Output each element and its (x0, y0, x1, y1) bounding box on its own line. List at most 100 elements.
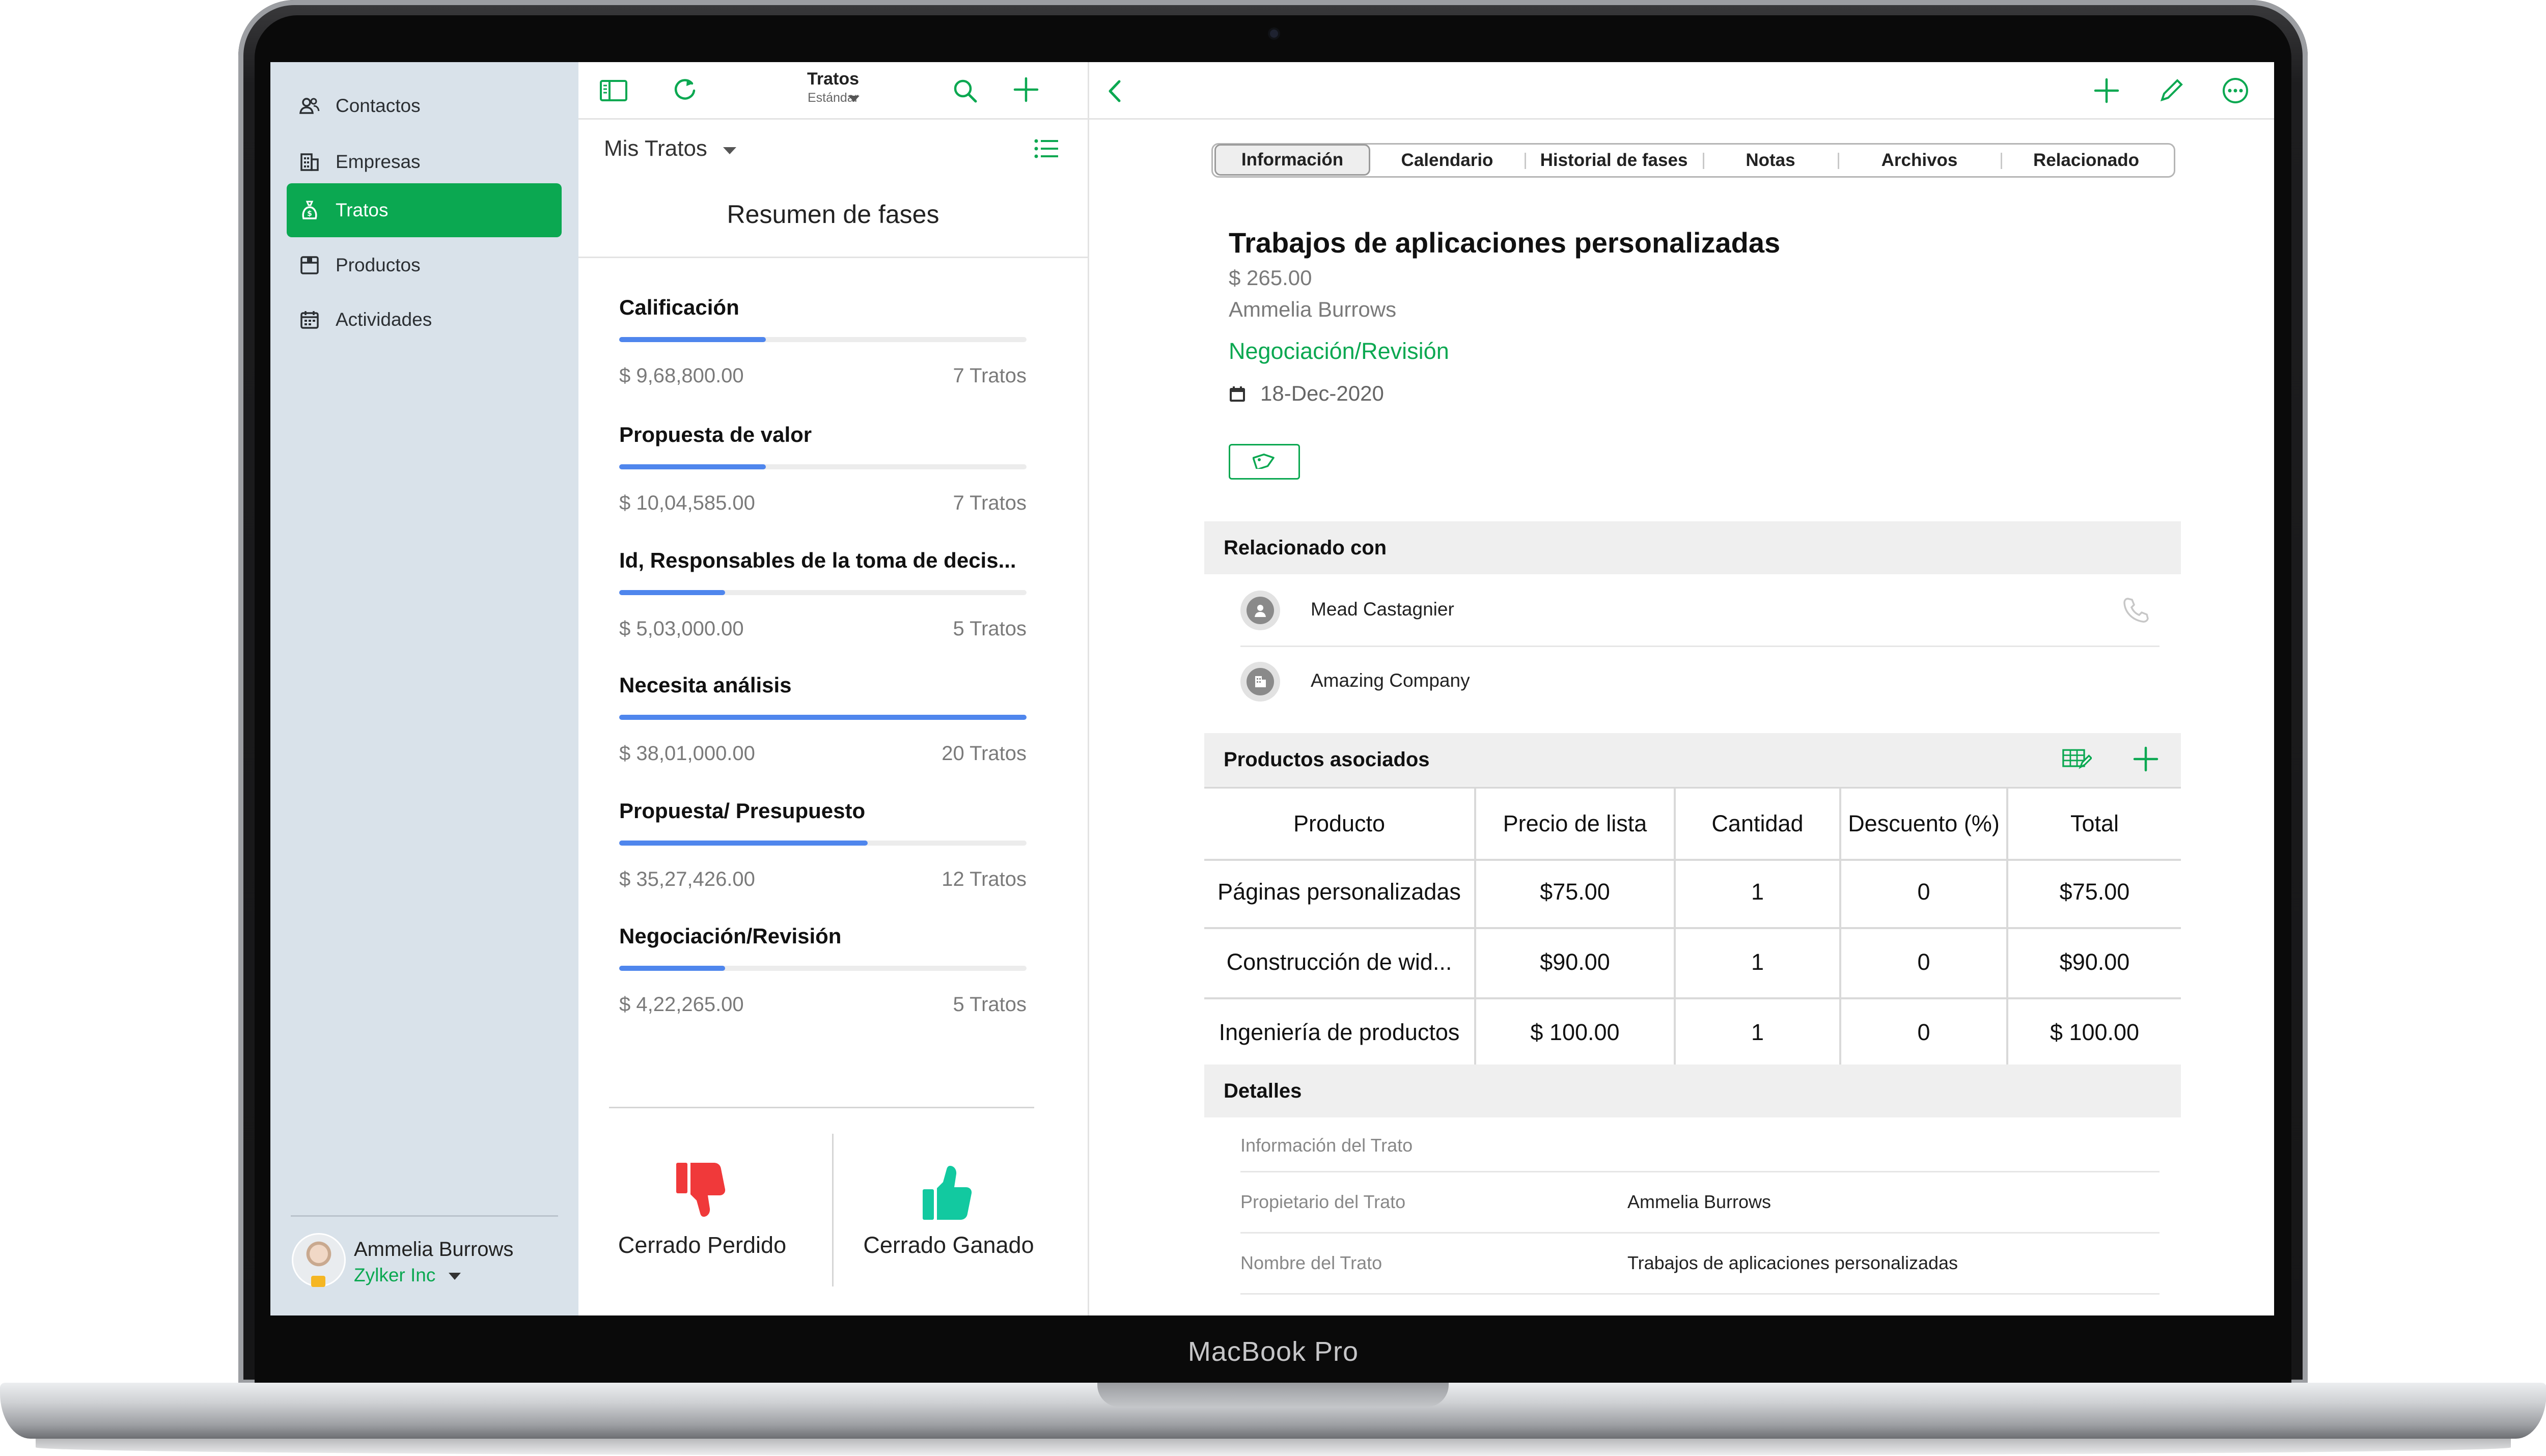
user-name: Ammelia Burrows (354, 1238, 514, 1261)
edit-icon[interactable] (2156, 76, 2186, 105)
column-header: Producto (1204, 789, 1476, 859)
laptop-notch (1097, 1383, 1449, 1407)
add-tag-button[interactable] (1229, 444, 1300, 480)
tab-archivos[interactable]: Archivos (1839, 145, 2000, 176)
stage-item[interactable]: Calificación $ 9,68,800.00 7 Tratos (619, 295, 1027, 417)
stage-progress-track (619, 715, 1027, 720)
stage-name: Propuesta de valor (619, 423, 812, 446)
add-product-icon[interactable] (2131, 744, 2161, 774)
stage-item[interactable]: Necesita análisis $ 38,01,000.00 20 Trat… (619, 673, 1027, 795)
detail-field-value: Trabajos de aplicaciones personalizadas (1627, 1252, 1958, 1273)
table-cell: Construcción de wid... (1204, 927, 1476, 997)
more-options-icon[interactable] (2221, 76, 2250, 105)
list-view-icon[interactable] (1032, 134, 1061, 163)
crown-icon (311, 1276, 325, 1287)
sidebar-item-productos[interactable]: Productos (287, 238, 562, 292)
stage-name: Calificación (619, 295, 739, 319)
table-cell: $ 100.00 (1476, 997, 1676, 1068)
contacts-icon (299, 95, 320, 117)
tab-informacion[interactable]: Información (1214, 144, 1370, 176)
sidebar-item-contactos[interactable]: Contactos (287, 79, 562, 133)
detail-tabs: Información Calendario Historial de fase… (1211, 143, 2175, 178)
stage-item[interactable]: Negociación/Revisión $ 4,22,265.00 5 Tra… (619, 924, 1027, 1046)
deals-list-panel: Tratos Estándar Mis Tratos Resumen de fa… (578, 62, 1089, 1315)
details-subheader: Información del Trato (1240, 1135, 1413, 1156)
app-screen: Contactos Empresas $ Tratos Productos Ac… (270, 62, 2274, 1315)
chevron-down-icon[interactable] (449, 1273, 461, 1280)
stage-amount: $ 10,04,585.00 (619, 492, 755, 514)
phone-icon[interactable] (2121, 596, 2149, 624)
table-cell: $90.00 (1476, 927, 1676, 997)
stage-name: Necesita análisis (619, 673, 792, 697)
related-company-row[interactable]: Amazing Company (1240, 646, 2160, 717)
divider (1089, 118, 2274, 120)
edit-table-icon[interactable] (2062, 744, 2092, 774)
stage-progress-fill (619, 841, 868, 846)
svg-text:$: $ (307, 210, 312, 218)
stage-item[interactable]: Id, Responsables de la toma de decis... … (619, 548, 1027, 670)
detail-field-row[interactable]: Propietario del Trato Ammelia Burrows (1240, 1171, 2160, 1234)
stage-progress-track (619, 590, 1027, 595)
sidebar-item-tratos[interactable]: $ Tratos (287, 183, 562, 237)
stage-count: 5 Tratos (953, 993, 1027, 1016)
back-icon[interactable] (1100, 76, 1130, 106)
sidebar-item-actividades[interactable]: Actividades (287, 293, 562, 347)
laptop-shadow (36, 1439, 2511, 1456)
stage-amount: $ 38,01,000.00 (619, 742, 755, 765)
detail-field-label: Propietario del Trato (1240, 1191, 1406, 1212)
stage-item[interactable]: Propuesta de valor $ 10,04,585.00 7 Trat… (619, 423, 1027, 545)
stage-item[interactable]: Propuesta/ Presupuesto $ 35,27,426.00 12… (619, 799, 1027, 921)
deal-amount: $ 265.00 (1229, 266, 1312, 290)
deals-icon: $ (299, 200, 320, 221)
thumbs-up-icon (921, 1162, 977, 1223)
stage-progress-track (619, 337, 1027, 342)
add-icon[interactable] (1011, 75, 1041, 104)
table-cell: 1 (1676, 857, 1841, 927)
table-header: Producto Precio de lista Cantidad Descue… (1204, 787, 2181, 861)
device-label: MacBook Pro (1187, 1336, 1359, 1367)
table-row[interactable]: Construcción de wid... $90.00 1 0 $90.00 (1204, 927, 2181, 999)
sidebar-item-label: Actividades (336, 309, 432, 330)
view-selector[interactable]: Mis Tratos (604, 136, 707, 161)
org-switcher[interactable]: Zylker Inc (354, 1265, 435, 1286)
related-contact-row[interactable]: Mead Castagnier (1240, 574, 2160, 647)
stage-name: Negociación/Revisión (619, 924, 842, 948)
search-icon[interactable] (950, 76, 980, 105)
stage-progress-fill (619, 590, 725, 595)
tab-historial[interactable]: Historial de fases (1526, 145, 1702, 176)
products-section-header: Productos asociados (1204, 733, 2181, 786)
stage-count: 12 Tratos (942, 868, 1027, 890)
chevron-down-icon[interactable] (723, 147, 736, 154)
tab-relacionado[interactable]: Relacionado (2002, 145, 2170, 176)
deal-stage[interactable]: Negociación/Revisión (1229, 338, 1449, 365)
sidebar: Contactos Empresas $ Tratos Productos Ac… (270, 62, 578, 1315)
stage-count: 7 Tratos (953, 365, 1027, 387)
deal-owner: Ammelia Burrows (1229, 297, 1397, 321)
table-cell: 1 (1676, 997, 1841, 1068)
stage-summary-title: Resumen de fases (727, 200, 939, 229)
sidebar-item-label: Tratos (336, 200, 389, 220)
related-section-header: Relacionado con (1204, 521, 2181, 574)
contact-avatar-icon (1240, 591, 1280, 630)
deal-closing-date: 18-Dec-2020 (1260, 381, 1384, 405)
sidebar-item-empresas[interactable]: Empresas (287, 135, 562, 189)
table-row[interactable]: Páginas personalizadas $75.00 1 0 $75.00 (1204, 857, 2181, 929)
add-icon[interactable] (2092, 76, 2121, 105)
tab-notas[interactable]: Notas (1704, 145, 1837, 176)
chevron-down-icon[interactable] (848, 96, 860, 102)
company-avatar-icon (1240, 662, 1280, 702)
deal-detail-panel: Información Calendario Historial de fase… (1089, 62, 2274, 1315)
detail-field-row[interactable]: Nombre del Trato Trabajos de aplicacione… (1240, 1232, 2160, 1295)
column-header: Cantidad (1676, 789, 1841, 859)
table-cell: $ 100.00 (2050, 1019, 2140, 1045)
table-cell: 0 (1841, 927, 2008, 997)
stage-progress-fill (619, 966, 725, 971)
sidebar-item-label: Contactos (336, 95, 421, 116)
details-section-header: Detalles (1204, 1065, 2181, 1117)
tab-calendario[interactable]: Calendario (1371, 145, 1524, 176)
detail-field-value: Ammelia Burrows (1627, 1191, 1772, 1212)
table-cell: Ingeniería de productos (1204, 997, 1476, 1068)
table-row[interactable]: Ingeniería de productos $ 100.00 1 0 $ 1… (1204, 997, 2181, 1070)
table-cell: 0 (1841, 857, 2008, 927)
divider (578, 257, 1088, 258)
